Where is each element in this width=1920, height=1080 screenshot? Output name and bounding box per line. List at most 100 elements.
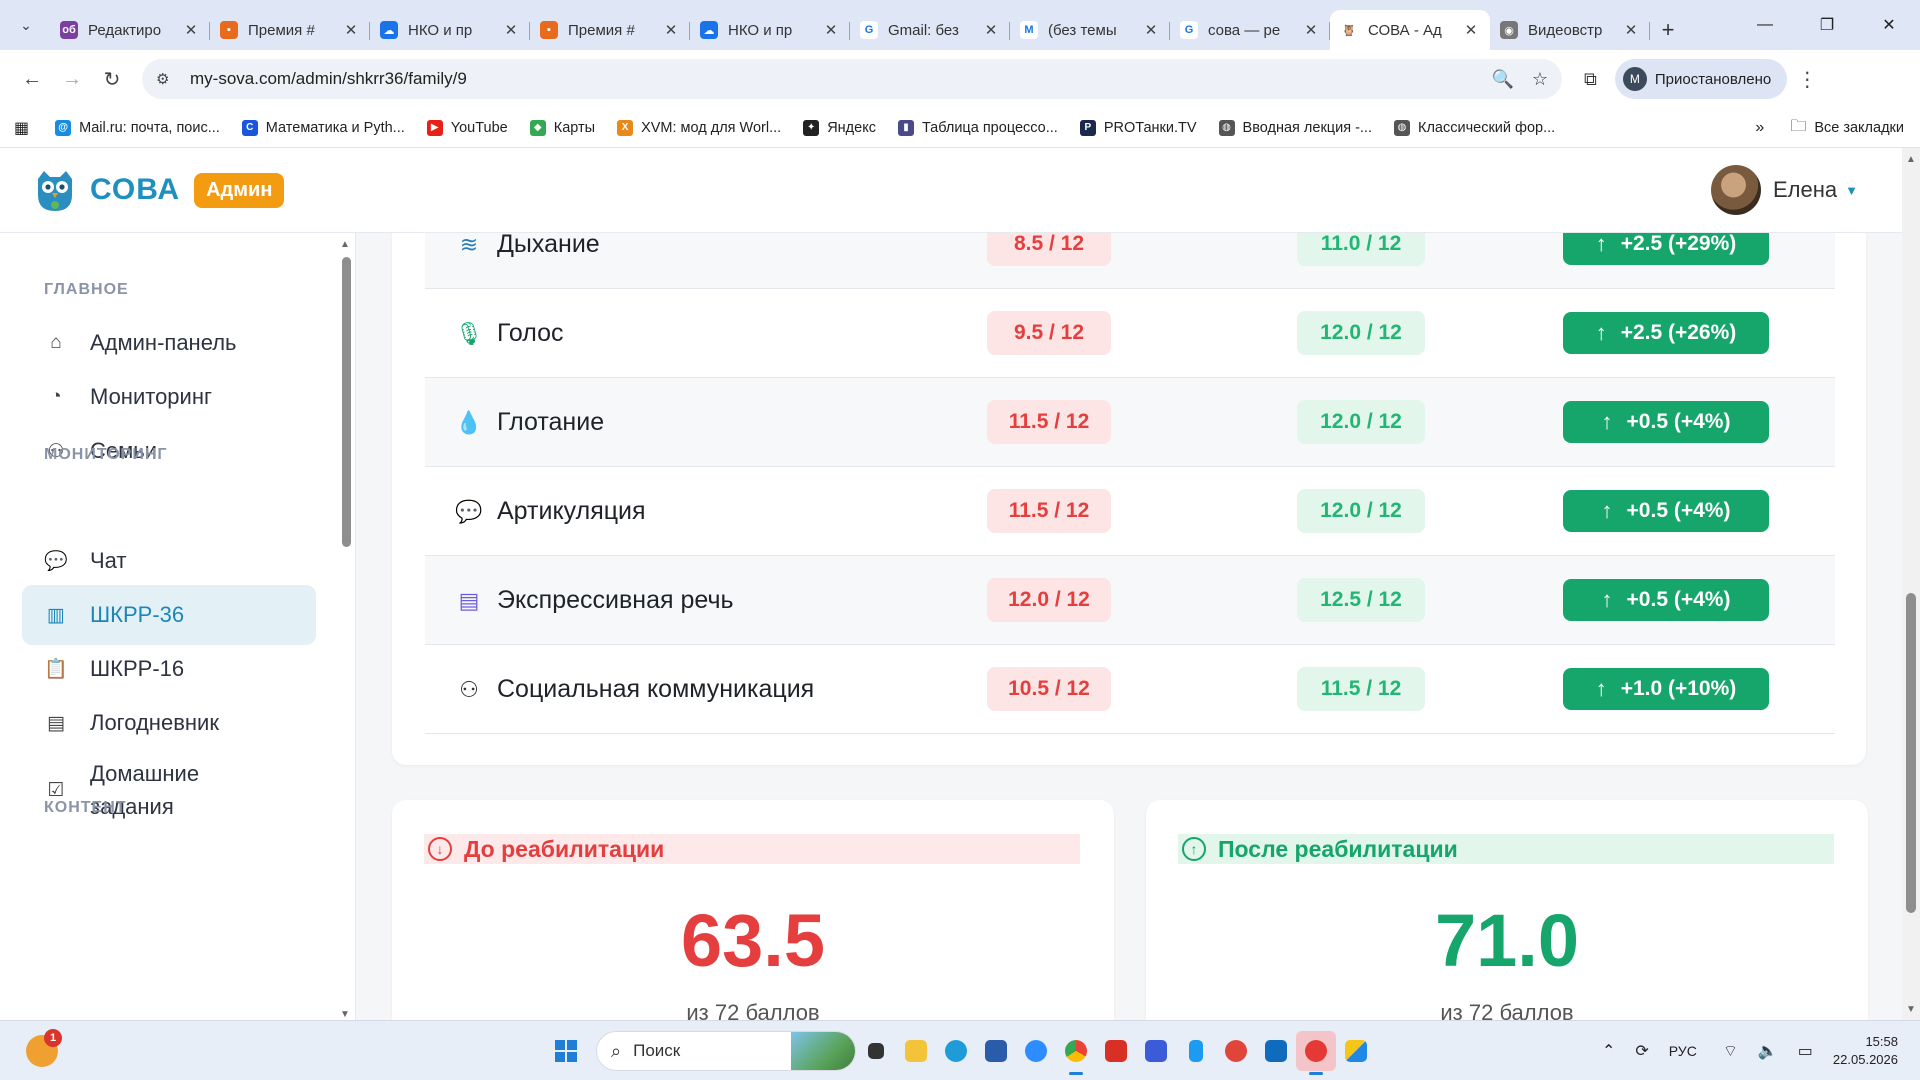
bookmark-favicon-icon: P (1079, 119, 1096, 136)
logo-text[interactable]: СОВА (90, 173, 180, 207)
chrome-icon[interactable] (1056, 1031, 1096, 1075)
browser-tab[interactable]: об Редактиро ✕ (50, 10, 210, 50)
close-window-icon[interactable]: ✕ (1858, 0, 1920, 50)
security-shield-icon[interactable] (1336, 1031, 1376, 1071)
browser-tab[interactable]: M (без темы ✕ (1010, 10, 1170, 50)
outlook-icon[interactable] (1256, 1031, 1296, 1071)
bookmark-item[interactable]: ▮ Таблица процессо... (897, 119, 1058, 136)
sidebar-item-shkrr-36[interactable]: ▥ ШКРР-36 (22, 585, 316, 645)
bookmark-item[interactable]: @ Mail.ru: почта, поис... (55, 119, 220, 136)
minimize-icon[interactable]: — (1734, 0, 1796, 50)
browser-tab[interactable]: 🦉 СОВА - Ад ✕ (1330, 10, 1490, 50)
close-tab-icon[interactable]: ✕ (662, 21, 680, 39)
site-info-icon[interactable]: ⚙ (156, 70, 176, 88)
sync-icon[interactable]: ⟳ (1635, 1041, 1648, 1061)
clock[interactable]: 15:58 22.05.2026 (1833, 1033, 1898, 1069)
sidebar-item-monitoring[interactable]: ◔ Мониторинг (22, 367, 316, 427)
browser-tab[interactable]: ◉ Видеовстр ✕ (1490, 10, 1650, 50)
bookmark-list: @ Mail.ru: почта, поис... C Математика и Py… (55, 119, 1577, 136)
tab-search-button[interactable]: ⌄ (10, 9, 42, 41)
close-tab-icon[interactable]: ✕ (822, 21, 840, 39)
wifi-icon[interactable]: ⌔ (1723, 1041, 1738, 1061)
chevron-up-icon[interactable]: ⌃ (1602, 1041, 1615, 1061)
zoom-app-icon[interactable] (1016, 1031, 1056, 1071)
scroll-up-icon[interactable]: ▲ (1906, 154, 1916, 165)
user-menu[interactable]: Елена ▼ (1710, 165, 1858, 215)
close-tab-icon[interactable]: ✕ (1302, 21, 1320, 39)
close-tab-icon[interactable]: ✕ (342, 21, 360, 39)
notes-app-icon[interactable] (1176, 1031, 1216, 1071)
bookmark-label: Карты (553, 119, 596, 136)
sidebar-scrollbar[interactable]: ▲ ▼ (340, 239, 352, 1020)
scroll-up-icon[interactable]: ▲ (340, 239, 350, 250)
scroll-down-icon[interactable]: ▼ (340, 1009, 350, 1020)
close-tab-icon[interactable]: ✕ (1622, 21, 1640, 39)
bookmark-item[interactable]: ◍ Классический фор... (1394, 119, 1555, 136)
url-text[interactable]: my-sova.com/admin/shkrr36/family/9 (190, 69, 1473, 89)
browser-tab[interactable]: ☁ НКО и пр ✕ (370, 10, 530, 50)
sidebar-scroll-thumb[interactable] (342, 257, 351, 547)
browser-menu-icon[interactable]: ⋮ (1797, 67, 1817, 92)
app-icon[interactable] (1216, 1031, 1256, 1071)
weather-widget[interactable]: 1 (26, 1029, 62, 1067)
task-view-icon[interactable] (856, 1031, 896, 1071)
close-tab-icon[interactable]: ✕ (982, 21, 1000, 39)
extensions-icon[interactable]: ⧉ (1584, 69, 1597, 90)
close-tab-icon[interactable]: ✕ (182, 21, 200, 39)
browser-tab[interactable]: G Gmail: без ✕ (850, 10, 1010, 50)
score-after-value: 71.0 (1434, 899, 1580, 982)
sidebar-item-homework[interactable]: ☑ Домашние задания (22, 745, 316, 835)
address-bar[interactable]: ⚙ my-sova.com/admin/shkrr36/family/9 🔍 ☆ (142, 59, 1562, 99)
score-before-title: До реабилитации (464, 835, 665, 862)
browser-tab[interactable]: ▪ Премия # ✕ (210, 10, 370, 50)
browser-tab[interactable]: ▪ Премия # ✕ (530, 10, 690, 50)
bookmark-item[interactable]: ✦ Яндекс (803, 119, 876, 136)
forward-button[interactable]: → (52, 59, 92, 99)
bookmark-item[interactable]: ▶ YouTube (426, 119, 508, 136)
sidebar-item-admin-panel[interactable]: ⌂ Админ-панель (22, 313, 316, 373)
apps-grid-icon[interactable]: ▦ (14, 118, 29, 138)
page-scroll-thumb[interactable] (1906, 593, 1916, 913)
battery-icon[interactable]: ▭ (1798, 1041, 1813, 1061)
more-bookmarks-icon[interactable]: » (1755, 119, 1764, 137)
tab-title: (без темы (1048, 21, 1117, 39)
sidebar-item-chat[interactable]: 💬 Чат (22, 531, 316, 591)
file-explorer-icon[interactable] (896, 1031, 936, 1071)
bookmark-star-icon[interactable]: ☆ (1532, 69, 1548, 90)
sidebar-item-logodiary[interactable]: ▤ Логодневник (22, 693, 316, 753)
profile-button[interactable]: M Приостановлено (1614, 59, 1788, 99)
scroll-down-icon[interactable]: ▼ (1906, 1004, 1916, 1015)
back-button[interactable]: ← (12, 59, 52, 99)
browser-tab[interactable]: ☁ НКО и пр ✕ (690, 10, 850, 50)
language-indicator[interactable]: РУС (1669, 1043, 1697, 1059)
close-tab-icon[interactable]: ✕ (1142, 21, 1160, 39)
improvement-value: +0.5 (+4%) (1626, 410, 1731, 433)
new-tab-button[interactable]: + (1650, 10, 1686, 50)
bookmark-item[interactable]: C Математика и Pyth... (241, 119, 405, 136)
screen-recorder-icon[interactable] (1096, 1031, 1136, 1071)
close-tab-icon[interactable]: ✕ (502, 21, 520, 39)
sidebar-item-shkrr-16[interactable]: 📋 ШКРР-16 (22, 639, 316, 699)
bookmark-item[interactable]: ◆ Карты (529, 119, 596, 136)
all-bookmarks-button[interactable]: 🗀 Все закладки (1790, 115, 1904, 142)
close-tab-icon[interactable]: ✕ (1462, 21, 1480, 39)
taskbar-search[interactable]: ⌕ Поиск (596, 1031, 856, 1071)
page-scrollbar[interactable]: ▲ ▼ (1902, 148, 1920, 1020)
zoom-icon[interactable]: 🔍 (1491, 69, 1513, 90)
improvement-value: +2.5 (+29%) (1620, 233, 1737, 255)
bookmark-item[interactable]: X XVM: мод для Worl... (617, 119, 781, 136)
volume-icon[interactable]: 🔈 (1758, 1041, 1778, 1061)
restore-icon[interactable]: ❐ (1796, 0, 1858, 50)
edge-icon[interactable] (936, 1031, 976, 1071)
owl-logo-icon[interactable] (30, 165, 80, 215)
app-icon[interactable] (1136, 1031, 1176, 1071)
browser-tab[interactable]: Gсова — ре ✕ (1170, 10, 1330, 50)
clock-date: 22.05.2026 (1832, 1052, 1898, 1067)
reload-button[interactable]: ↻ (92, 59, 132, 99)
bookmark-item[interactable]: P PROТанки.TV (1079, 119, 1197, 136)
start-button[interactable] (546, 1031, 586, 1071)
store-icon[interactable] (976, 1031, 1016, 1071)
bookmark-item[interactable]: ◍ Вводная лекция -... (1218, 119, 1372, 136)
yandex-browser-icon[interactable] (1296, 1031, 1336, 1075)
wind-icon: ≋ (459, 233, 479, 257)
